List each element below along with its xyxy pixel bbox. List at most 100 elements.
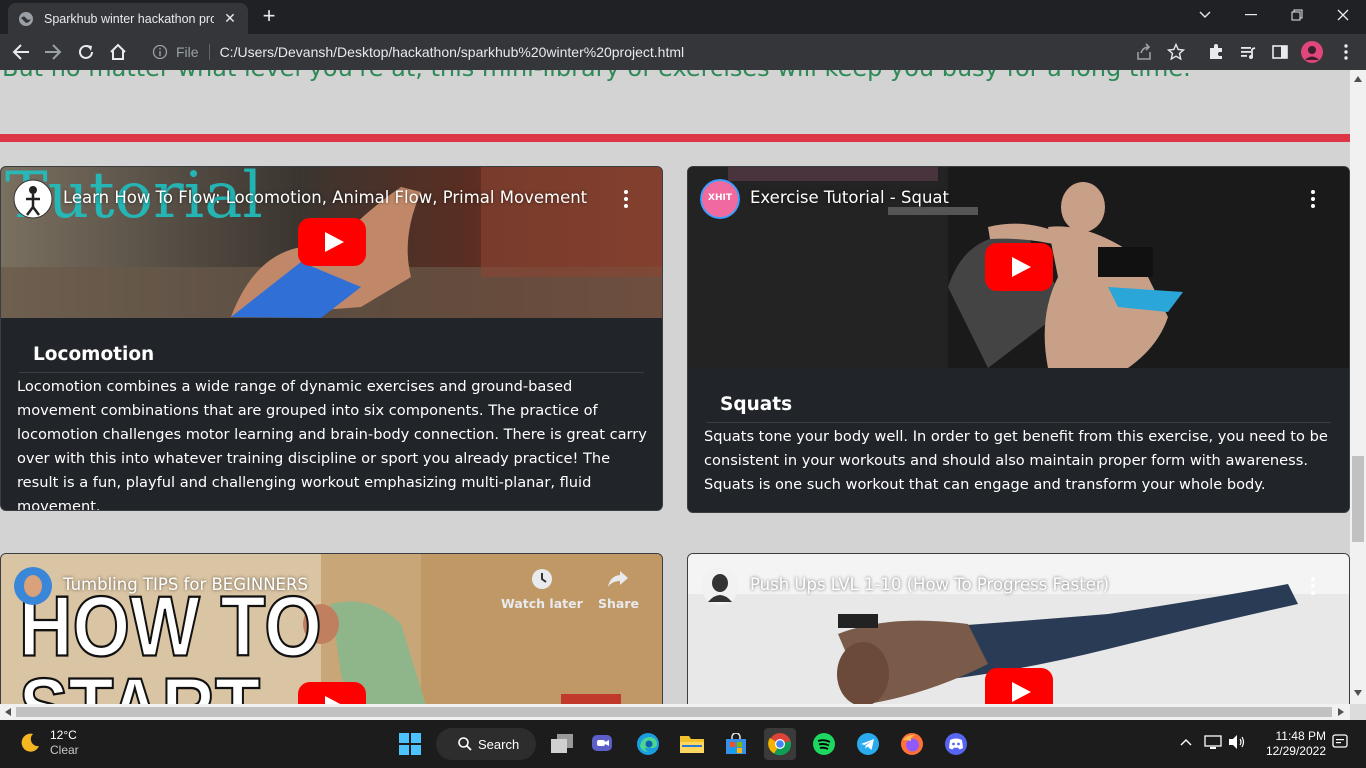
play-button-icon[interactable] [985, 668, 1053, 704]
minimize-icon[interactable] [1228, 0, 1274, 30]
play-button-icon[interactable] [298, 682, 366, 704]
vertical-scrollbar[interactable] [1350, 70, 1366, 704]
channel-badge-text: XHIT [708, 193, 732, 203]
video-more-icon[interactable] [1310, 189, 1316, 209]
watch-later-label: Watch later [501, 596, 583, 611]
restore-icon[interactable] [1274, 0, 1320, 30]
tab-title: Sparkhub winter hackathon proje [44, 11, 214, 26]
share-arrow-icon [608, 571, 629, 587]
video-embed-locomotion[interactable]: Tutorial Learn How To Flow: Locomotion, … [1, 167, 662, 318]
share-page-icon[interactable] [1132, 40, 1156, 64]
weather-temp: 12°C [50, 728, 77, 742]
weather-condition: Clear [50, 743, 79, 757]
card-divider [19, 372, 644, 373]
new-tab-button[interactable]: + [256, 5, 282, 29]
tab-search-icon[interactable] [1182, 0, 1228, 30]
play-button-icon[interactable] [985, 243, 1053, 291]
exercise-card-locomotion: Tutorial Learn How To Flow: Locomotion, … [0, 166, 663, 511]
video-more-icon[interactable] [1310, 576, 1316, 596]
card-description: Squats tone your body well. In order to … [704, 428, 1328, 493]
address-bar[interactable]: File C:/Users/Devansh/Desktop/hackathon/… [142, 38, 1192, 66]
back-arrow-icon[interactable] [9, 40, 33, 64]
reload-icon[interactable] [74, 40, 98, 64]
forward-arrow-icon[interactable] [41, 40, 65, 64]
tab-close-icon[interactable]: ✕ [222, 10, 238, 27]
share-video-button[interactable]: Share [598, 568, 639, 611]
clock-date: 12/29/2022 [1265, 744, 1326, 758]
scroll-right-arrow-icon[interactable] [1338, 708, 1344, 716]
media-queue-icon[interactable] [1236, 40, 1260, 64]
search-label: Search [478, 736, 520, 752]
profile-avatar[interactable] [1300, 40, 1324, 64]
weather-widget[interactable]: 12°C Clear [18, 728, 79, 758]
home-icon[interactable] [106, 40, 130, 64]
horizontal-scrollbar[interactable] [0, 704, 1350, 720]
teams-chat-icon[interactable] [588, 728, 620, 760]
side-panel-icon[interactable] [1268, 40, 1292, 64]
channel-avatar[interactable] [13, 179, 53, 219]
task-view-icon[interactable] [546, 728, 578, 760]
scroll-up-arrow-icon[interactable] [1354, 76, 1362, 82]
card-description: Locomotion combines a wide range of dyna… [17, 378, 647, 511]
extensions-puzzle-icon[interactable] [1204, 40, 1228, 64]
globe-icon [19, 11, 33, 26]
omnibox-separator [208, 44, 210, 60]
video-more-icon[interactable] [623, 189, 629, 209]
card-title: Squats [720, 394, 793, 415]
video-embed-tumbling[interactable]: HOW TO START Tumbling TIPS for BEGINNERS… [1, 554, 662, 704]
play-button-icon[interactable] [298, 218, 366, 266]
search-icon [458, 737, 472, 751]
card-divider [706, 422, 1331, 423]
video-embed-squats[interactable]: XHIT Exercise Tutorial - Squat [688, 167, 1349, 368]
section-divider [0, 134, 1350, 142]
browser-menu-icon[interactable] [1334, 40, 1358, 64]
close-window-icon[interactable] [1320, 0, 1366, 30]
thumbnail-text-line-2: START [18, 664, 261, 704]
start-button[interactable] [394, 728, 426, 760]
browser-toolbar: File C:/Users/Devansh/Desktop/hackathon/… [0, 34, 1366, 70]
tray-overflow-chevron-icon[interactable] [1176, 732, 1196, 752]
scroll-left-arrow-icon[interactable] [5, 708, 11, 716]
tab-strip: Sparkhub winter hackathon proje ✕ + [0, 0, 1366, 34]
video-title[interactable]: Learn How To Flow: Locomotion, Animal Fl… [63, 188, 587, 207]
file-explorer-icon[interactable] [676, 728, 708, 760]
info-icon[interactable] [152, 44, 168, 60]
page-viewport: But no matter what level you're at, this… [0, 70, 1350, 704]
chrome-icon[interactable] [764, 728, 796, 760]
clock-icon [531, 569, 552, 589]
share-label: Share [598, 596, 639, 611]
exercise-card-tumbling: HOW TO START Tumbling TIPS for BEGINNERS… [0, 553, 663, 704]
windows-taskbar: 12°C Clear Search 11:48 PM 12/29/2022 [0, 720, 1366, 768]
taskbar-search[interactable]: Search [436, 728, 536, 760]
video-title[interactable]: Push Ups LVL 1-10 (How To Progress Faste… [750, 575, 1109, 594]
browser-tab[interactable]: Sparkhub winter hackathon proje ✕ [8, 3, 248, 34]
edge-browser-icon[interactable] [632, 728, 664, 760]
volume-icon[interactable] [1227, 732, 1247, 752]
taskbar-clock[interactable]: 11:48 PM 12/29/2022 [1256, 729, 1326, 759]
windows-logo-icon [399, 733, 421, 755]
scrollbar-corner [1350, 704, 1366, 720]
video-embed-pushups[interactable]: Push Ups LVL 1-10 (How To Progress Faste… [688, 554, 1349, 704]
intro-paragraph: But no matter what level you're at, this… [2, 70, 1191, 82]
url-text[interactable]: C:/Users/Devansh/Desktop/hackathon/spark… [220, 44, 685, 60]
clock-time: 11:48 PM [1275, 729, 1326, 743]
scroll-down-arrow-icon[interactable] [1354, 690, 1362, 696]
watch-later-button[interactable]: Watch later [501, 568, 583, 611]
spotify-icon[interactable] [808, 728, 840, 760]
notification-icon[interactable] [1330, 732, 1350, 752]
discord-icon[interactable] [940, 728, 972, 760]
video-title[interactable]: Tumbling TIPS for BEGINNERS [63, 575, 308, 594]
network-icon[interactable] [1203, 732, 1223, 752]
channel-avatar[interactable] [13, 566, 53, 606]
video-title[interactable]: Exercise Tutorial - Squat [750, 188, 949, 207]
thumbnail-text-line-1: HOW TO [18, 578, 323, 674]
moon-icon [21, 733, 39, 752]
firefox-icon[interactable] [896, 728, 928, 760]
microsoft-store-icon[interactable] [720, 728, 752, 760]
vertical-scroll-thumb[interactable] [1352, 456, 1364, 542]
channel-avatar[interactable] [700, 566, 740, 606]
horizontal-scroll-thumb[interactable] [16, 707, 1332, 717]
bookmark-star-icon[interactable] [1164, 40, 1188, 64]
scheme-label: File [176, 44, 199, 60]
telegram-icon[interactable] [852, 728, 884, 760]
